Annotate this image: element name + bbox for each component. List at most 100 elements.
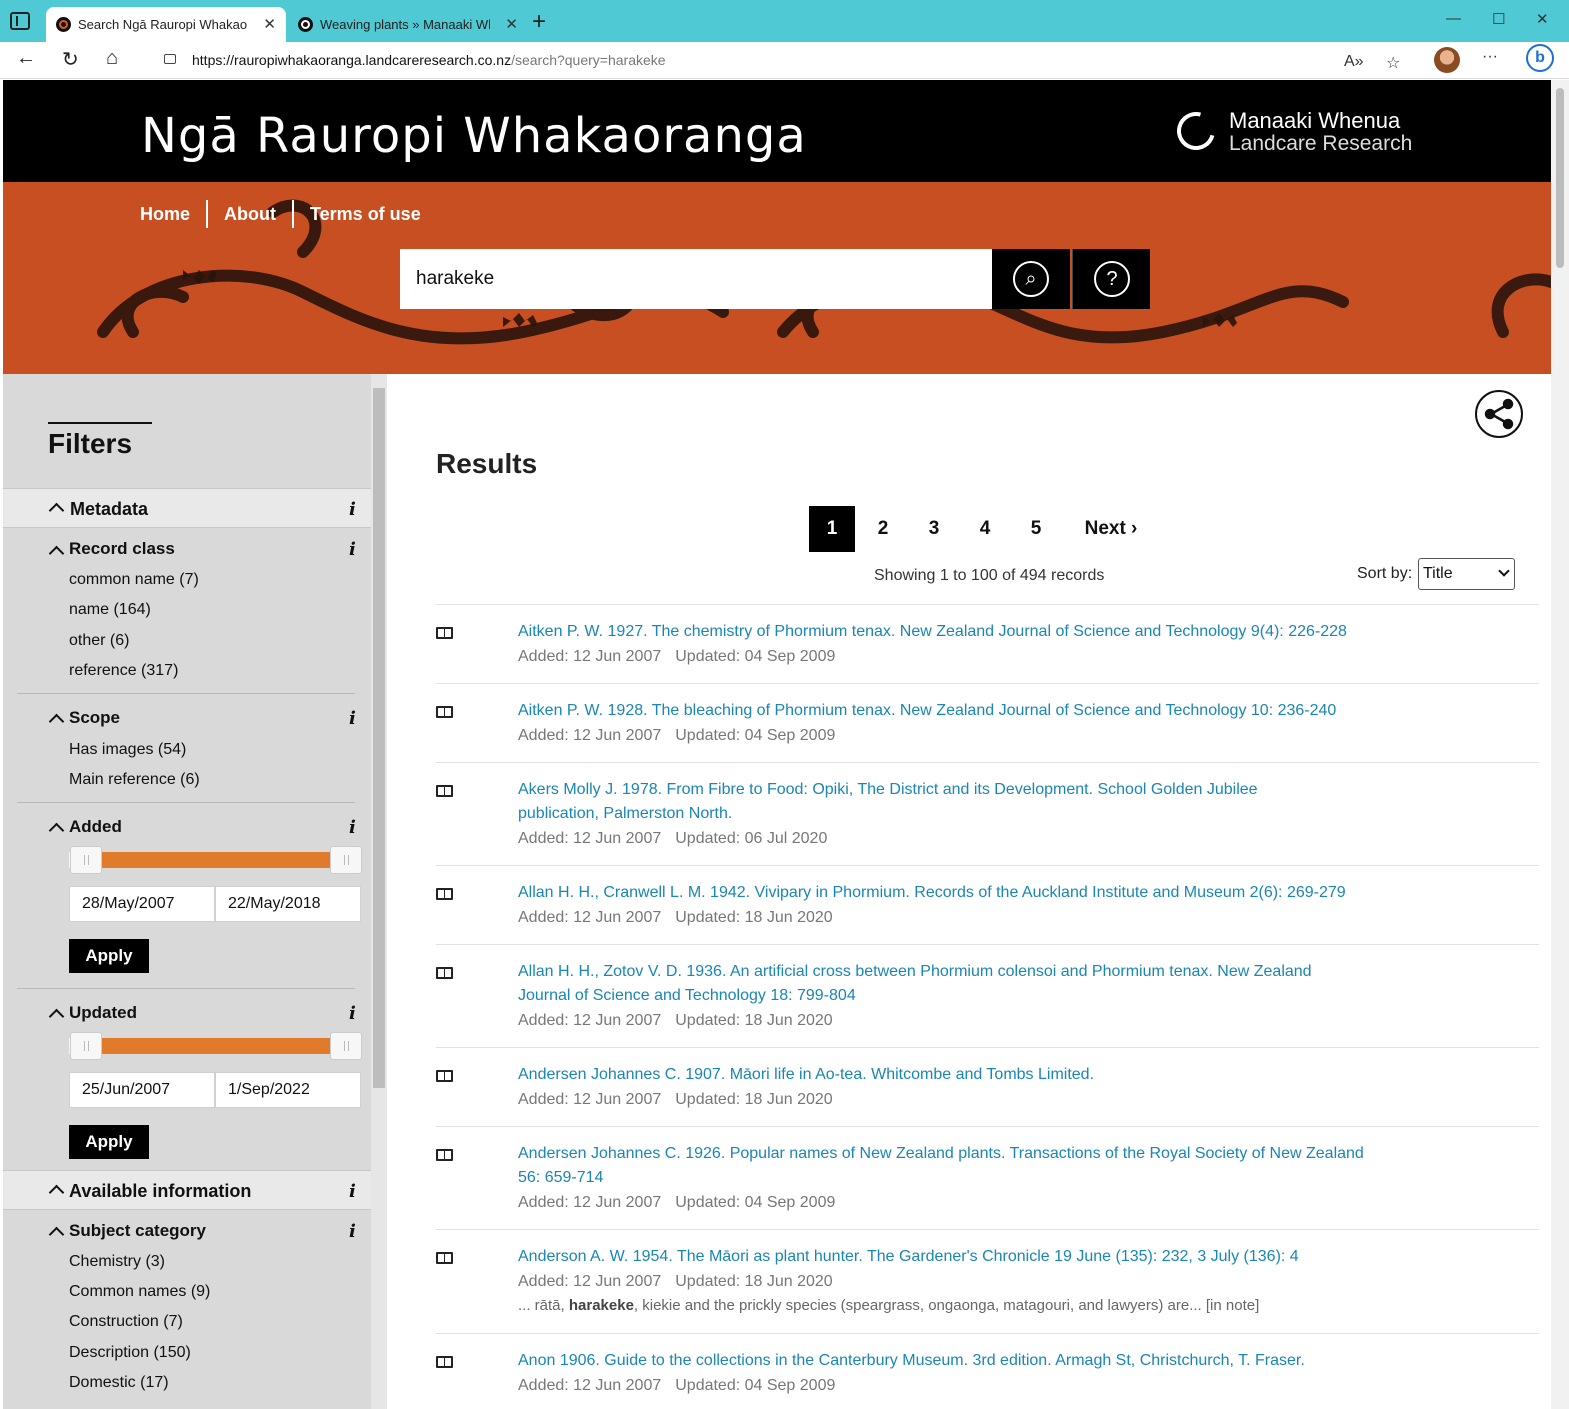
share-button[interactable]: [1475, 390, 1523, 438]
nav-home[interactable]: Home: [140, 200, 206, 228]
updated-label[interactable]: Updated: [69, 1003, 137, 1023]
filter-option[interactable]: name (164): [69, 601, 151, 619]
record-meta: Added: 12 Jun 2007 Updated: 18 Jun 2020: [518, 909, 833, 926]
tab-search[interactable]: Search Ngā Rauropi Whakaorang ✕: [46, 7, 286, 42]
filter-option[interactable]: Construction (7): [69, 1313, 183, 1331]
page-3[interactable]: 3: [922, 506, 946, 552]
info-icon[interactable]: i: [349, 1181, 356, 1202]
next-page[interactable]: Next ›: [1081, 506, 1141, 552]
maximize-icon[interactable]: ☐: [1492, 10, 1505, 28]
record-link[interactable]: Aitken P. W. 1927. The chemistry of Phor…: [518, 620, 1378, 644]
home-icon[interactable]: ⌂: [106, 47, 118, 70]
updated-from-input[interactable]: 25/Jun/2007: [69, 1072, 215, 1108]
chevron-up-icon[interactable]: [48, 545, 65, 562]
subject-category-label[interactable]: Subject category: [69, 1221, 206, 1241]
record-meta: Added: 12 Jun 2007 Updated: 04 Sep 2009: [518, 648, 836, 665]
added-slider-max-handle[interactable]: [330, 846, 362, 874]
nav-terms[interactable]: Terms of use: [292, 200, 437, 228]
record-link[interactable]: Andersen Johannes C. 1907. Māori life in…: [518, 1063, 1378, 1087]
record-link[interactable]: Allan H. H., Zotov V. D. 1936. An artifi…: [518, 960, 1368, 1008]
search-button[interactable]: ⌕: [992, 249, 1070, 309]
close-tab-icon[interactable]: ✕: [263, 7, 276, 42]
search-input[interactable]: [400, 249, 992, 309]
info-icon[interactable]: i: [349, 539, 356, 560]
updated-slider-min-handle[interactable]: [70, 1032, 102, 1060]
filter-option[interactable]: Has images (54): [69, 741, 186, 759]
url-field[interactable]: https://rauropiwhakaoranga.landcareresea…: [148, 46, 1420, 76]
group-metadata[interactable]: Metadata i: [3, 488, 371, 528]
sidebar-scrollbar[interactable]: [371, 374, 387, 1409]
added-apply-button[interactable]: Apply: [69, 939, 149, 973]
close-tab-icon[interactable]: ✕: [505, 7, 518, 42]
page-2[interactable]: 2: [871, 506, 895, 552]
filter-option[interactable]: common name (7): [69, 571, 199, 589]
nav-about[interactable]: About: [206, 200, 292, 228]
page-4[interactable]: 4: [973, 506, 997, 552]
more-icon[interactable]: ···: [1482, 48, 1498, 66]
logo-text-line2[interactable]: Landcare Research: [1229, 132, 1412, 156]
filter-option[interactable]: Main reference (6): [69, 771, 200, 789]
book-icon: [436, 1252, 453, 1264]
logo-ring-icon[interactable]: [1170, 105, 1222, 157]
back-icon[interactable]: ←: [16, 47, 36, 70]
added-slider-min-handle[interactable]: [70, 846, 102, 874]
added-from-input[interactable]: 28/May/2007: [69, 886, 215, 922]
sidebar-scrollbar-thumb[interactable]: [373, 388, 385, 1088]
info-icon[interactable]: i: [349, 499, 356, 520]
divider: [436, 1126, 1539, 1127]
record-link[interactable]: Allan H. H., Cranwell L. M. 1942. Vivipa…: [518, 881, 1378, 905]
record-link[interactable]: Aitken P. W. 1928. The bleaching of Phor…: [518, 699, 1378, 723]
page-scrollbar-thumb[interactable]: [1556, 88, 1564, 268]
record-link[interactable]: Andersen Johannes C. 1926. Popular names…: [518, 1142, 1368, 1190]
refresh-icon[interactable]: ↻: [62, 47, 79, 72]
filter-option[interactable]: other (6): [69, 632, 129, 650]
record-class-label[interactable]: Record class: [69, 539, 175, 559]
tab-actions-icon[interactable]: [10, 12, 30, 30]
window-close-icon[interactable]: ✕: [1536, 10, 1549, 28]
divider: [436, 1047, 1539, 1048]
favorites-icon[interactable]: ☆: [1386, 53, 1400, 73]
record-link[interactable]: Anon 1906. Guide to the collections in t…: [518, 1349, 1378, 1373]
info-icon[interactable]: i: [349, 1221, 356, 1242]
chevron-up-icon[interactable]: [48, 1226, 65, 1243]
info-icon[interactable]: i: [349, 817, 356, 838]
updated-slider-max-handle[interactable]: [330, 1032, 362, 1060]
book-icon: [436, 1149, 453, 1161]
filter-option[interactable]: Description (150): [69, 1344, 191, 1362]
minimize-icon[interactable]: —: [1446, 10, 1461, 27]
profile-avatar[interactable]: [1434, 47, 1460, 73]
page-5[interactable]: 5: [1024, 506, 1048, 552]
updated-apply-button[interactable]: Apply: [69, 1125, 149, 1159]
filter-option[interactable]: Chemistry (3): [69, 1253, 165, 1271]
address-bar-row: ← ↻ ⌂ https://rauropiwhakaoranga.landcar…: [0, 42, 1569, 79]
help-button[interactable]: ?: [1072, 249, 1150, 309]
tab-title: Search Ngā Rauropi Whakaorang: [78, 17, 248, 32]
page-scrollbar[interactable]: [1551, 80, 1569, 1409]
chevron-up-icon[interactable]: [48, 1008, 65, 1025]
added-to-input[interactable]: 22/May/2018: [215, 886, 361, 922]
logo-text-line1[interactable]: Manaaki Whenua: [1229, 108, 1400, 134]
scope-label[interactable]: Scope: [69, 708, 120, 728]
added-label[interactable]: Added: [69, 817, 122, 837]
filter-option[interactable]: reference (317): [69, 662, 178, 680]
read-aloud-icon[interactable]: A»: [1344, 53, 1364, 71]
site-title[interactable]: Ngā Rauropi Whakaoranga: [141, 108, 807, 164]
filter-option[interactable]: Common names (9): [69, 1283, 210, 1301]
bing-icon[interactable]: b: [1526, 44, 1554, 72]
record-link[interactable]: Akers Molly J. 1978. From Fibre to Food:…: [518, 778, 1338, 826]
filter-option[interactable]: Domestic (17): [69, 1374, 169, 1392]
chevron-down-icon: [1498, 565, 1510, 577]
updated-to-input[interactable]: 1/Sep/2022: [215, 1072, 361, 1108]
info-icon[interactable]: i: [349, 1003, 356, 1024]
record-link[interactable]: Anderson A. W. 1954. The Māori as plant …: [518, 1245, 1378, 1269]
tab-weaving-plants[interactable]: Weaving plants » Manaaki Whenu ✕: [288, 7, 528, 42]
sort-select[interactable]: Title: [1418, 558, 1515, 590]
info-icon[interactable]: i: [349, 708, 356, 729]
chevron-up-icon[interactable]: [48, 713, 65, 730]
new-tab-icon[interactable]: +: [532, 8, 546, 36]
chevron-up-icon[interactable]: [48, 822, 65, 839]
page-1[interactable]: 1: [809, 506, 855, 552]
group-available-information[interactable]: Available information i: [3, 1170, 371, 1210]
updated-slider-range: [95, 1038, 335, 1054]
search-icon: ⌕: [1013, 261, 1049, 297]
